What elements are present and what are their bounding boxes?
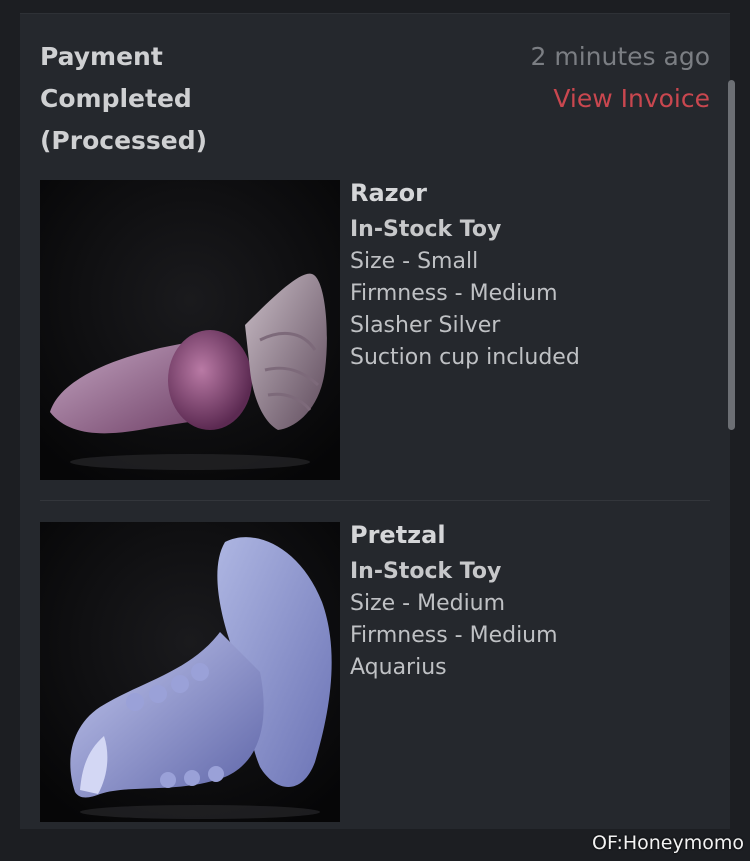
product-image-graphic [40, 180, 340, 480]
product-image-razor[interactable] [40, 180, 340, 480]
product-image-graphic [40, 522, 340, 822]
product-option-firmness: Firmness - Medium [350, 623, 558, 648]
watermark-text: OF:Honeymomo [592, 832, 744, 854]
order-status-title: Payment Completed (Processed) [40, 36, 280, 162]
product-option-extra: Suction cup included [350, 345, 580, 370]
product-option-firmness: Firmness - Medium [350, 281, 558, 306]
product-name[interactable]: Razor [350, 177, 710, 209]
product-type: In-Stock Toy [350, 559, 502, 584]
product-name[interactable]: Pretzal [350, 519, 710, 551]
product-option-color: Slasher Silver [350, 313, 501, 338]
product-image-pretzal[interactable] [40, 522, 340, 822]
order-card: Payment Completed (Processed) 2 minutes … [20, 13, 730, 829]
product-option-color: Aquarius [350, 655, 447, 680]
product-type: In-Stock Toy [350, 217, 502, 242]
product-option-size: Size - Small [350, 249, 479, 274]
product-details: Pretzal In-Stock Toy Size - Medium Firmn… [350, 519, 710, 684]
order-timestamp: 2 minutes ago [530, 42, 710, 71]
order-item: Pretzal In-Stock Toy Size - Medium Firmn… [40, 519, 710, 822]
view-invoice-link[interactable]: View Invoice [531, 78, 710, 120]
status-line-2: Completed [40, 84, 192, 113]
product-option-size: Size - Medium [350, 591, 506, 616]
product-details: Razor In-Stock Toy Size - Small Firmness… [350, 177, 710, 374]
order-meta: 2 minutes ago View Invoice [531, 36, 710, 120]
status-line-3: (Processed) [40, 126, 208, 155]
item-divider [40, 500, 710, 501]
scrollbar[interactable] [728, 80, 735, 430]
order-header: Payment Completed (Processed) 2 minutes … [40, 36, 710, 171]
status-line-1: Payment [40, 42, 163, 71]
order-item: Razor In-Stock Toy Size - Small Firmness… [40, 177, 710, 480]
